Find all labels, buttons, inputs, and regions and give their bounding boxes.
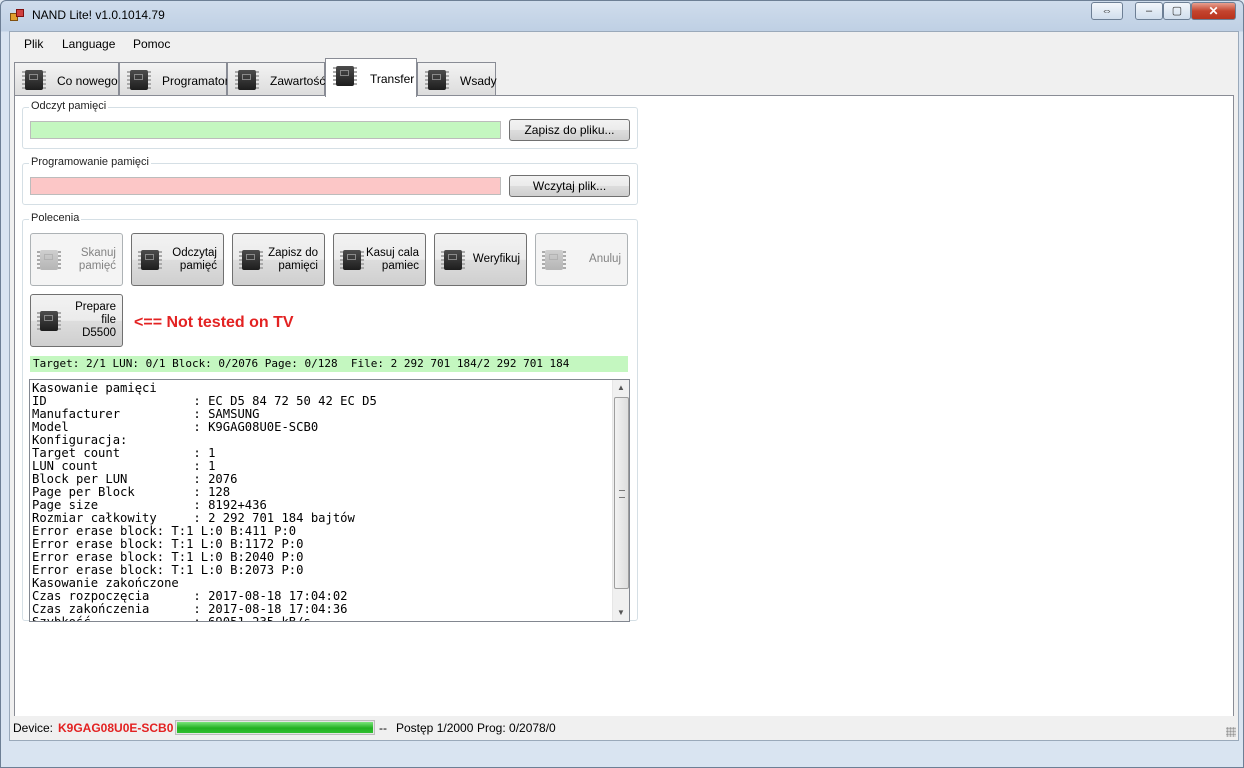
chip-icon [37,309,61,333]
chip-icon [235,68,259,92]
button-label: Zapisz do pamięci [268,246,318,272]
menu-plik[interactable]: Plik [24,37,43,51]
save-to-file-button[interactable]: Zapisz do pliku... [509,119,630,141]
tab-transfer[interactable]: Transfer [325,58,417,97]
scan-memory-button[interactable]: Skanuj pamięć [30,233,123,286]
tab-co-nowego[interactable]: Co nowego [14,62,119,96]
program-group-title: Programowanie pamięci [29,156,151,168]
window-title: NAND Lite! v1.0.1014.79 [32,8,165,22]
button-label: Weryfikuj [472,253,520,265]
status-bar: Device: K9GAG08U0E-SCB0 -- Postęp 1/2000… [10,716,1238,739]
device-label: Device: [13,721,54,735]
status-progress-bar [175,720,375,735]
tab-programator[interactable]: Programator [119,62,229,96]
tab-wsady[interactable]: Wsady [417,62,497,96]
transfer-panel: Odczyt pamięci Zapisz do pliku... Progra… [14,95,1234,735]
menu-bar: Plik Language Pomoc [10,32,1238,54]
tab-label: Wsady [460,74,497,88]
tab-label: Transfer [370,72,415,86]
read-group: Odczyt pamięci Zapisz do pliku... [22,100,638,149]
read-group-title: Odczyt pamięci [29,100,109,112]
tab-zawartosc[interactable]: Zawartość [227,62,325,96]
commands-group-title: Polecenia [29,212,82,224]
erase-memory-button[interactable]: Kasuj cala pamiec [333,233,426,286]
button-label: Prepare file D5500 [75,301,116,339]
progress-fill [177,722,373,733]
scroll-thumb[interactable] [614,397,629,589]
scroll-up-icon[interactable]: ▲ [613,380,629,396]
program-group: Programowanie pamięci Wczytaj plik... [22,156,638,205]
tab-label: Co nowego [57,74,118,88]
status-separator: -- [379,721,387,735]
menu-pomoc[interactable]: Pomoc [133,37,170,51]
close-button[interactable]: ✕ [1191,2,1236,20]
restore-arrows-button[interactable]: ⇔ [1091,2,1123,20]
read-progress-bar [30,121,501,139]
chip-icon [22,68,46,92]
scroll-down-icon[interactable]: ▼ [613,605,629,621]
load-file-button[interactable]: Wczytaj plik... [509,175,630,197]
chip-icon [425,68,449,92]
minimize-button[interactable]: – [1135,2,1163,20]
log-textbox[interactable]: Kasowanie pamięci ID : EC D5 84 72 50 42… [29,379,630,622]
program-progress-bar [30,177,501,195]
resize-grip-icon[interactable] [1226,727,1236,737]
verify-button[interactable]: Weryfikuj [434,233,527,286]
warning-text: <== Not tested on TV [134,314,294,331]
title-bar[interactable]: NAND Lite! v1.0.1014.79 ⇔ – ▢ ✕ [1,1,1243,31]
button-label: Odczytaj pamięć [172,246,217,272]
button-label: Skanuj pamięć [78,246,116,272]
menu-language[interactable]: Language [62,37,115,51]
tab-label: Zawartość [270,74,326,88]
client-area: Plik Language Pomoc Co nowego Programato… [9,31,1239,741]
app-icon [10,9,24,21]
prepare-file-button[interactable]: Prepare file D5500 [30,294,123,347]
progress-text: Postęp 1/2000 [396,721,474,735]
cancel-button[interactable]: Anuluj [535,233,628,286]
chip-icon [333,64,357,88]
log-scrollbar[interactable]: ▲ ▼ [612,380,629,621]
write-memory-button[interactable]: Zapisz do pamięci [232,233,325,286]
tab-label: Programator [162,74,229,88]
commands-group: Polecenia Skanuj pamięć Odczytaj pamięć … [22,212,638,622]
device-value: K9GAG08U0E-SCB0 [58,721,174,735]
app-window: NAND Lite! v1.0.1014.79 ⇔ – ▢ ✕ Plik Lan… [0,0,1244,768]
button-label: Anuluj [589,253,621,265]
chip-icon [127,68,151,92]
button-label: Kasuj cala pamiec [365,246,419,272]
transfer-status-line: Target: 2/1 LUN: 0/1 Block: 0/2076 Page:… [30,356,628,372]
read-memory-button[interactable]: Odczytaj pamięć [131,233,224,286]
log-text: Kasowanie pamięci ID : EC D5 84 72 50 42… [32,381,377,622]
grip-icon [619,490,625,498]
maximize-button[interactable]: ▢ [1163,2,1191,20]
prog-text: Prog: 0/2078/0 [477,721,556,735]
